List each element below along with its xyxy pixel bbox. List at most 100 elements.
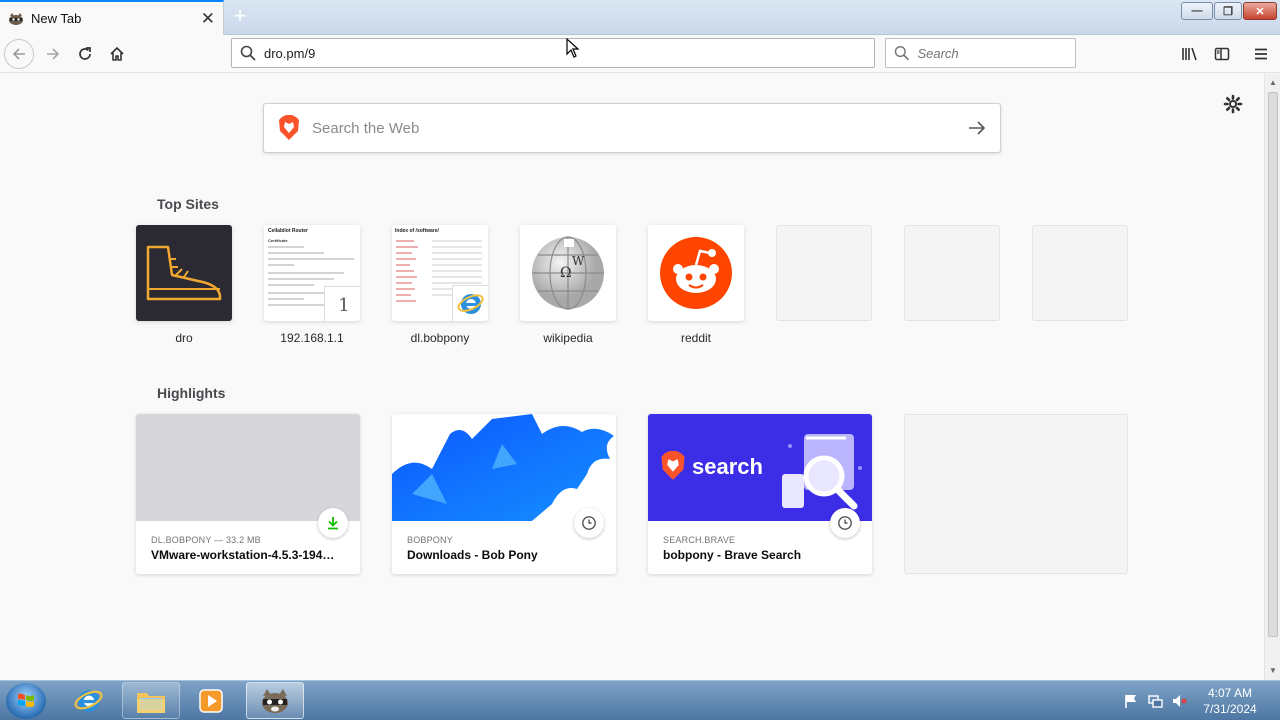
top-site-empty: [776, 225, 872, 321]
clock-icon: [830, 508, 860, 538]
top-site-label: 192.168.1.1: [280, 331, 344, 345]
highlight-card[interactable]: BOBPONY Downloads - Bob Pony: [392, 414, 616, 574]
thumbnail-title: Index of /software/: [395, 228, 439, 234]
top-site-label: dro: [175, 331, 193, 345]
internet-explorer-icon: [452, 285, 488, 321]
mouse-cursor-icon: [566, 38, 580, 58]
top-site-reddit[interactable]: reddit: [648, 225, 744, 345]
maximize-button[interactable]: ❐: [1214, 2, 1242, 20]
brave-search-banner-image: search: [648, 414, 872, 521]
highlight-card[interactable]: search SEARCH.BRAVE bobpony - Brave Sear…: [648, 414, 872, 574]
new-tab-page: Top Sites dro Cellabilot Router Certific…: [0, 74, 1264, 680]
arrow-right-icon[interactable]: [968, 120, 986, 136]
tab-title: New Tab: [31, 11, 82, 26]
top-site-label: wikipedia: [543, 331, 593, 345]
maximize-icon: ❐: [1223, 5, 1233, 18]
router-page-thumbnail: Cellabilot Router Certificate 1: [264, 225, 360, 321]
sidebar-icon: [1214, 47, 1230, 61]
gear-icon[interactable]: [1223, 94, 1243, 114]
top-site-dro[interactable]: dro: [136, 225, 232, 345]
taskbar-file-explorer[interactable]: [122, 682, 180, 719]
web-search-input[interactable]: [312, 119, 968, 137]
tab-new-tab[interactable]: New Tab ✕: [0, 0, 224, 35]
volume-muted-icon[interactable]: [1171, 693, 1187, 709]
library-button[interactable]: [1175, 39, 1205, 69]
card-title: bobpony - Brave Search: [663, 548, 802, 562]
forward-button[interactable]: [38, 39, 68, 69]
clock-icon: [574, 508, 604, 538]
top-site-empty: [904, 225, 1000, 321]
reload-icon: [79, 47, 91, 60]
highlight-card[interactable]: DL.BOBPONY — 33.2 MB VMware-workstation-…: [136, 414, 360, 574]
scroll-up-arrow-icon[interactable]: ▲: [1265, 75, 1280, 91]
thumbnail-title: Cellabilot Router: [268, 228, 309, 234]
reddit-logo-icon: [648, 225, 744, 321]
search-icon: [240, 45, 256, 61]
new-tab-button[interactable]: +: [228, 5, 252, 29]
brave-search-wordmark: search: [692, 454, 763, 479]
arrow-right-icon: [47, 48, 60, 60]
close-icon: ✕: [1255, 5, 1265, 18]
raccoon-favicon-icon: [8, 12, 24, 26]
scroll-down-arrow-icon[interactable]: ▼: [1265, 663, 1280, 679]
web-search-box[interactable]: [263, 103, 1001, 153]
minimize-icon: —: [1191, 5, 1203, 17]
brave-logo-icon: [279, 115, 299, 140]
top-site-dl-bobpony[interactable]: Index of /software/ dl.bobpony: [392, 225, 488, 345]
network-icon[interactable]: [1147, 693, 1163, 709]
site-badge: 1: [324, 286, 360, 321]
magnifier-document-icon: [782, 434, 862, 510]
home-icon: [110, 47, 124, 61]
top-site-wikipedia[interactable]: ΩW wikipedia: [520, 225, 616, 345]
start-button[interactable]: [6, 683, 46, 719]
folder-icon: [137, 692, 165, 713]
card-host: BOBPONY: [407, 535, 453, 545]
search-icon: [894, 45, 910, 61]
bobpony-banner-image: [392, 414, 616, 521]
arrow-left-icon: [12, 48, 25, 60]
home-button[interactable]: [102, 39, 132, 69]
card-title: Downloads - Bob Pony: [407, 548, 538, 562]
top-sites-title: Top Sites: [157, 196, 219, 212]
wikipedia-globe-icon: ΩW: [520, 225, 616, 321]
sidebar-button[interactable]: [1207, 39, 1237, 69]
taskbar-browser[interactable]: [246, 682, 304, 719]
card-host: DL.BOBPONY — 33.2 MB: [151, 535, 261, 545]
taskbar-media-player[interactable]: [182, 682, 240, 719]
hamburger-menu-icon: [1255, 48, 1267, 60]
tab-strip: New Tab ✕ + — ❐ ✕: [0, 0, 1280, 35]
url-input[interactable]: [264, 45, 835, 61]
search-input[interactable]: [917, 45, 1075, 61]
minimize-button[interactable]: —: [1181, 2, 1213, 20]
reload-button[interactable]: [70, 39, 100, 69]
media-player-icon: [199, 688, 223, 713]
clock-time: 4:07 AM: [1207, 686, 1253, 700]
empty-placeholder: [904, 225, 1000, 321]
windows-taskbar: 4:07 AM 7/31/2024: [0, 680, 1280, 720]
tab-close-icon[interactable]: ✕: [201, 10, 215, 27]
flag-icon[interactable]: [1123, 693, 1139, 709]
taskbar-internet-explorer[interactable]: [60, 682, 118, 719]
index-page-thumbnail: Index of /software/: [392, 225, 488, 321]
boot-logo-icon: [136, 225, 232, 321]
download-icon: [318, 508, 348, 538]
windows-logo-icon: [18, 693, 34, 707]
library-icon: [1182, 47, 1197, 61]
top-site-label: reddit: [680, 331, 712, 345]
card-host: SEARCH.BRAVE: [663, 535, 736, 545]
vertical-scrollbar[interactable]: ▲ ▼: [1264, 74, 1280, 680]
highlights-title: Highlights: [157, 385, 226, 401]
system-clock[interactable]: 4:07 AM 7/31/2024: [1195, 685, 1265, 717]
menu-button[interactable]: [1246, 39, 1276, 69]
card-image: [136, 414, 360, 521]
top-site-router[interactable]: Cellabilot Router Certificate 1 192.168.…: [264, 225, 360, 345]
back-button[interactable]: [4, 39, 34, 69]
clock-date: 7/31/2024: [1203, 702, 1257, 716]
close-window-button[interactable]: ✕: [1243, 2, 1277, 20]
card-title: VMware-workstation-4.5.3-194…: [151, 548, 335, 562]
scrollbar-thumb[interactable]: [1268, 92, 1278, 637]
brave-logo-icon: [661, 451, 685, 480]
search-bar[interactable]: [885, 38, 1076, 68]
url-bar[interactable]: [231, 38, 875, 68]
empty-placeholder: [1032, 225, 1128, 321]
